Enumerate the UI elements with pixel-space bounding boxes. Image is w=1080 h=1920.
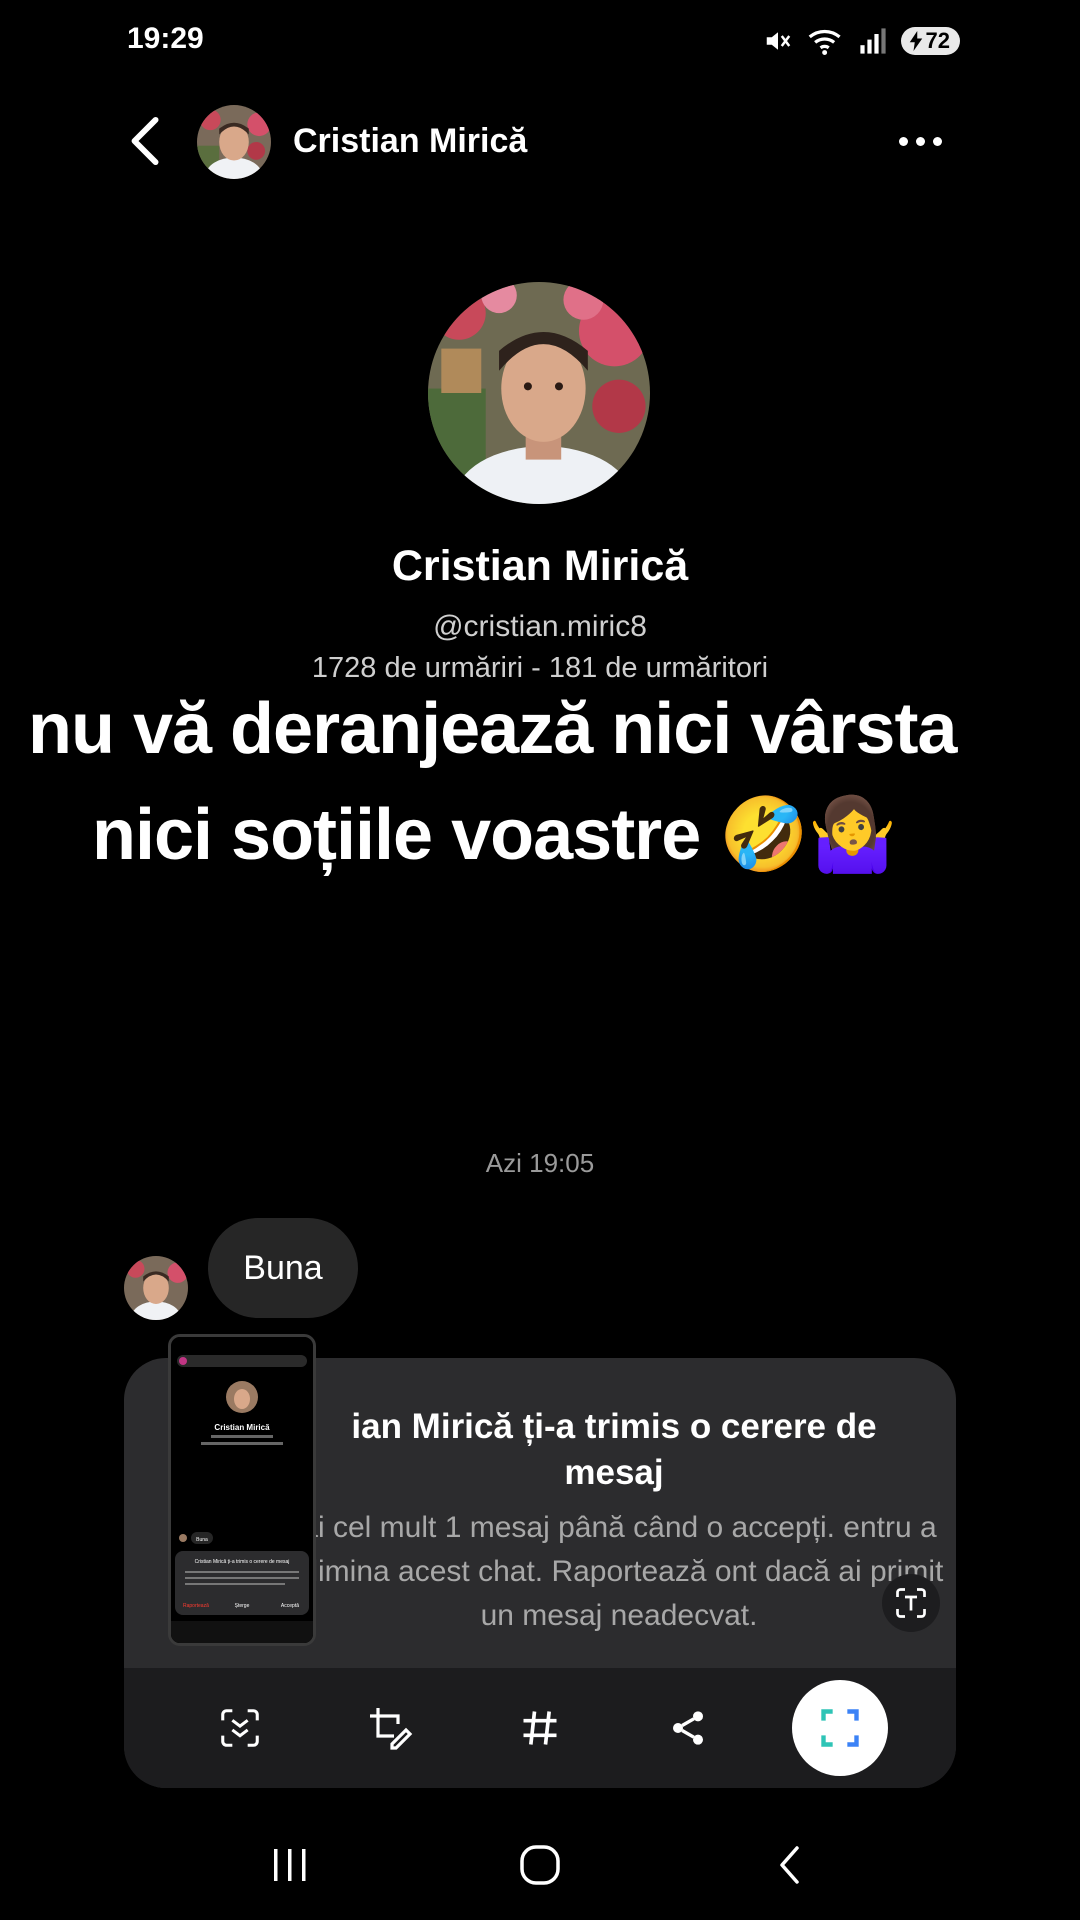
capture-area-icon [821,1709,859,1747]
share-icon [673,1711,703,1745]
message-timestamp: Azi 19:05 [485,1148,595,1178]
home-button[interactable] [510,1840,570,1890]
profile-avatar[interactable] [428,282,650,504]
profile-stats: 1728 de urmăriri - 181 de urmăritori [311,652,769,684]
header-avatar[interactable] [197,105,271,179]
battery-indicator: 72 [900,27,960,55]
request-title: ian Mirică ți-a trimis o cerere de mesaj [351,1407,877,1492]
text-scan-icon [896,1588,926,1618]
chevron-left-icon [131,116,159,166]
avatar-image [428,282,650,504]
avatar-image [197,105,271,179]
battery-level: 72 [925,28,950,53]
scroll-capture-icon [221,1709,259,1747]
thumb-message: Buna [196,1537,208,1543]
message-bubble[interactable]: Buna [208,1218,358,1318]
crop-edit-button[interactable] [358,1696,422,1760]
avatar-image [124,1256,188,1320]
conversation-title[interactable]: Cristian Mirică [293,122,527,161]
status-time: 19:29 [127,22,204,55]
back-icon [780,1846,799,1884]
message-text: Buna [243,1248,323,1287]
caption-line-1: nu vă deranjează nici vârsta [28,689,957,769]
mute-icon [766,32,790,50]
wifi-icon [808,29,841,55]
share-button[interactable] [656,1696,720,1760]
home-icon [520,1845,560,1885]
status-icons: 72 [763,24,960,58]
sender-avatar[interactable] [124,1256,188,1320]
thumb-request: Cristian Mirică ți-a trimis o cerere de … [195,1559,290,1565]
scroll-capture-button[interactable] [208,1696,272,1760]
recent-apps-button[interactable] [260,1840,320,1890]
thumbnail-preview: Cristian Mirică Buna Cristian Mirică ți-… [171,1337,313,1643]
screenshot-thumbnail[interactable]: Cristian Mirică Buna Cristian Mirică ți-… [168,1334,316,1646]
back-button[interactable] [126,116,166,166]
crop-edit-icon [370,1708,413,1750]
profile-handle: @cristian.miric8 [433,610,647,643]
charging-bolt-icon [909,31,922,51]
hashtag-icon [523,1711,557,1745]
thumb-action-accept: Acceptă [281,1603,299,1609]
thumb-action-delete: Șterge [235,1603,250,1609]
capture-area-button[interactable] [792,1680,888,1776]
hashtag-button[interactable] [508,1696,572,1760]
more-options-button[interactable] [893,126,947,156]
extract-text-button[interactable] [882,1574,940,1632]
nav-back-button[interactable] [760,1840,820,1890]
thumb-action-report: Raportează [183,1603,209,1609]
signal-icon [859,28,886,54]
request-body: ai cel mult 1 mesaj până când o accepți.… [294,1511,944,1632]
recent-apps-icon [274,1849,306,1881]
thumb-name: Cristian Mirică [214,1423,270,1432]
more-horizontal-icon [898,136,908,146]
profile-name: Cristian Mirică [391,542,689,590]
caption-line-2: nici soțiile voastre 🤣🤷‍♀️ [92,795,898,875]
